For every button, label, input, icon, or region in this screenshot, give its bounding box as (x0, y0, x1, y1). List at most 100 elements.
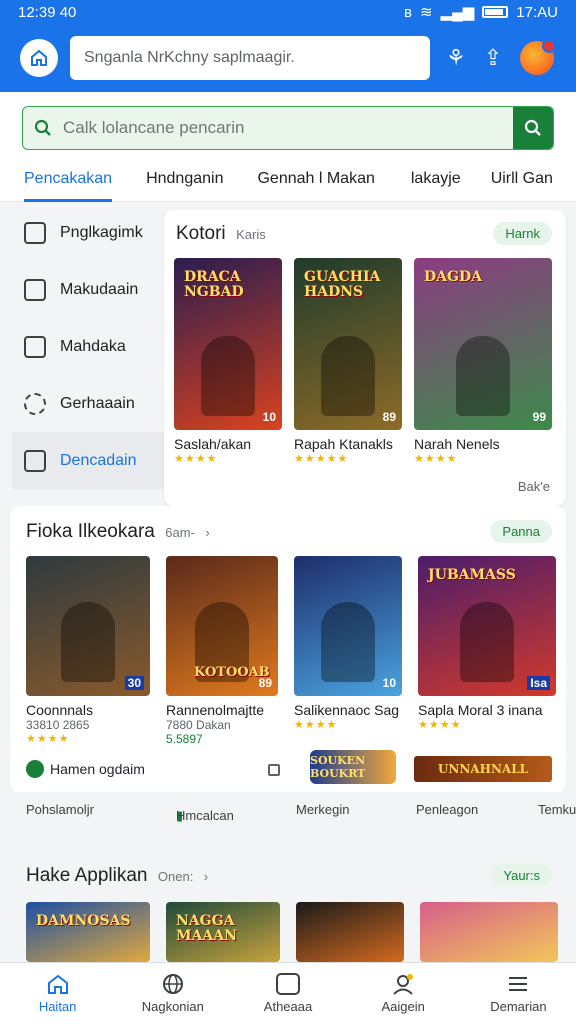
app-card-image[interactable] (420, 902, 558, 962)
battery-icon (482, 6, 509, 18)
tab-lakayje[interactable]: lakayje (411, 164, 461, 202)
app-card-name: Narah Nenels (414, 436, 500, 452)
nav-item-haitan[interactable]: Haitan (0, 963, 115, 1024)
section-games: Fioka Ilkeokara 6am- › Panna 30 Coonnnal… (10, 506, 566, 792)
search-input[interactable] (63, 107, 513, 149)
section-games-footer-text: Hamen ogdaim (50, 761, 145, 777)
share-icon[interactable]: ⇪ (484, 45, 502, 71)
checkbox-icon[interactable] (268, 764, 280, 776)
calculator-icon (276, 973, 300, 995)
sidebar-item-gerhaaain[interactable]: Gerhaaain (12, 375, 164, 432)
chip-temku[interactable]: Temku (538, 802, 576, 817)
tab-hndnganin[interactable]: Hndnganin (146, 164, 223, 202)
sidebar-item-dencadain[interactable]: Dencadain (12, 432, 164, 489)
sidebar-item-pnglkagimk[interactable]: Pnglkagimk (12, 204, 164, 261)
chevron-right-icon[interactable]: › (204, 869, 208, 884)
nav-item-nagkonian[interactable]: Nagkonian (115, 963, 230, 1024)
app-card-name: Rannenolmajtte (166, 702, 265, 718)
app-card-meta: 33810 2865 (26, 718, 90, 732)
wifi-icon: ≋ (420, 4, 433, 21)
sidebar-item-mahdaka[interactable]: Mahdaka (12, 318, 164, 375)
section-apps: Hake Applikan Onen: › Yaur:s DAMNOSAS NA… (0, 858, 576, 962)
home-button[interactable] (20, 39, 58, 77)
signal-icon: ▂▄▆ (440, 4, 475, 21)
featured-more-link[interactable]: Bak'e (518, 479, 550, 494)
chip-label: Hmcalcan (176, 808, 234, 823)
sidebar-item-label: Makudaain (60, 280, 139, 298)
chip-pohslamoljr[interactable]: Pohslamoljr (26, 802, 94, 817)
featured-title: Kotori (176, 222, 226, 244)
app-card-art: JUBAMASS (428, 567, 516, 583)
avatar[interactable] (520, 39, 557, 75)
character-figure (460, 602, 514, 682)
rating-stars: ★★★★ (26, 733, 70, 745)
tab-gennah-makan[interactable]: Gennah l Makan (257, 164, 374, 202)
section-apps-pill-button[interactable]: Yaur:s (491, 864, 552, 887)
character-figure (61, 602, 115, 682)
section-games-title: Fioka Ilkeokara (26, 520, 155, 542)
home-icon (31, 49, 47, 66)
chevron-right-icon[interactable]: › (205, 525, 209, 540)
app-card[interactable]: JUBAMASS Isa Sapla Moral 3 inana ★★★★ (418, 556, 556, 746)
app-card-badge: 99 (532, 410, 546, 424)
nav-label: Demarian (490, 999, 547, 1014)
tab-pencakakan[interactable]: Pencakakan (24, 164, 113, 202)
app-card[interactable]: 30 Coonnnals 33810 2865 ★★★★ (26, 556, 150, 746)
app-card[interactable]: 10 Salikennaoc Sag ★★★★ (294, 556, 402, 746)
section-games-pill-button[interactable]: Panna (490, 520, 552, 543)
featured-header: Kotori Karis Harnk (164, 210, 566, 245)
sidebar-item-makudaain[interactable]: Makudaain (12, 261, 164, 318)
section-apps-subtitle: Onen: (157, 868, 194, 884)
status-bar: 12:39 40 ʙ ≋ ▂▄▆ 17:AU (0, 0, 576, 24)
app-card-image[interactable] (296, 902, 404, 962)
rating-stars: ★★★★ (414, 453, 458, 465)
app-card-art: DAGDA (424, 269, 482, 285)
sidebar-item-label: Pnglkagimk (60, 223, 143, 241)
globe-icon (162, 974, 183, 994)
app-card[interactable]: KOTOOAB 89 Rannenolmajtte 7880 Dakan 5.5… (166, 556, 278, 746)
app-card-image[interactable]: NAGGA MAAAN (166, 902, 280, 962)
app-card[interactable]: DRACA NGBAD 10 Saslah/akan ★★★★ (174, 258, 282, 465)
rating-stars: ★★★★ (418, 719, 462, 731)
app-card-badge: 89 (382, 410, 396, 424)
status-right-text: 17:AU (516, 3, 558, 21)
gear-icon (24, 392, 46, 415)
app-card-badge: 10 (382, 676, 396, 690)
app-card-meta: 7880 Dakan (166, 718, 231, 732)
sidebar-item-label: Gerhaaain (60, 394, 135, 412)
app-card-name: Coonnnals (26, 702, 93, 718)
rating-stars: ★★★★ (294, 719, 338, 731)
app-card-image: 10 (294, 556, 402, 696)
search-box (22, 106, 554, 150)
app-card-image[interactable]: DAMNOSAS (26, 902, 150, 962)
app-card[interactable]: DAGDA 99 Narah Nenels ★★★★ (414, 258, 552, 465)
nav-item-demarian[interactable]: Demarian (461, 963, 576, 1024)
chip-merkegin[interactable]: Merkegin (296, 802, 349, 817)
tab-uirll-gan[interactable]: Uirll Gan (491, 164, 553, 202)
home-icon (47, 974, 68, 994)
top-search-field[interactable]: Snganla NrKchny saplmaagir. (70, 36, 430, 80)
featured-pill-button[interactable]: Harnk (493, 222, 552, 245)
section-games-footer[interactable]: Hamen ogdaim (26, 760, 145, 778)
section-games-cards: 30 Coonnnals 33810 2865 ★★★★ KOTOOAB 89 … (26, 556, 556, 746)
featured-panel: Kotori Karis Harnk DRACA NGBAD 10 Saslah… (164, 210, 566, 506)
chip-penleagon[interactable]: Penleagon (416, 802, 478, 817)
nav-item-atheaaa[interactable]: Atheaaa (230, 963, 345, 1024)
promo-banner-1[interactable]: SOUKEN BOUKRT (310, 750, 396, 784)
app-card-art: NAGGA MAAAN (176, 913, 237, 945)
app-card[interactable]: GUACHIA HADNS 89 Rapah Ktanakls ★★★★★ (294, 258, 402, 465)
green-dot-icon (26, 760, 44, 778)
app-card-image: KOTOOAB 89 (166, 556, 278, 696)
search-area (0, 92, 576, 164)
rating-stars: ★★★★★ (294, 453, 349, 465)
nav-item-aaigein[interactable]: Aaigein (346, 963, 461, 1024)
app-card-name: Sapla Moral 3 inana (418, 702, 543, 718)
bluetooth-icon: ʙ (404, 3, 413, 21)
nav-label: Haitan (38, 999, 77, 1014)
filter-icon[interactable]: ⚘ (446, 45, 466, 71)
search-submit-button[interactable] (513, 107, 553, 149)
promo-banner-2[interactable]: UNNAHNALL (414, 756, 552, 782)
app-card-image: DRACA NGBAD 10 (174, 258, 282, 430)
image-icon (24, 278, 46, 301)
section-games-header: Fioka Ilkeokara 6am- › Panna (10, 506, 566, 543)
